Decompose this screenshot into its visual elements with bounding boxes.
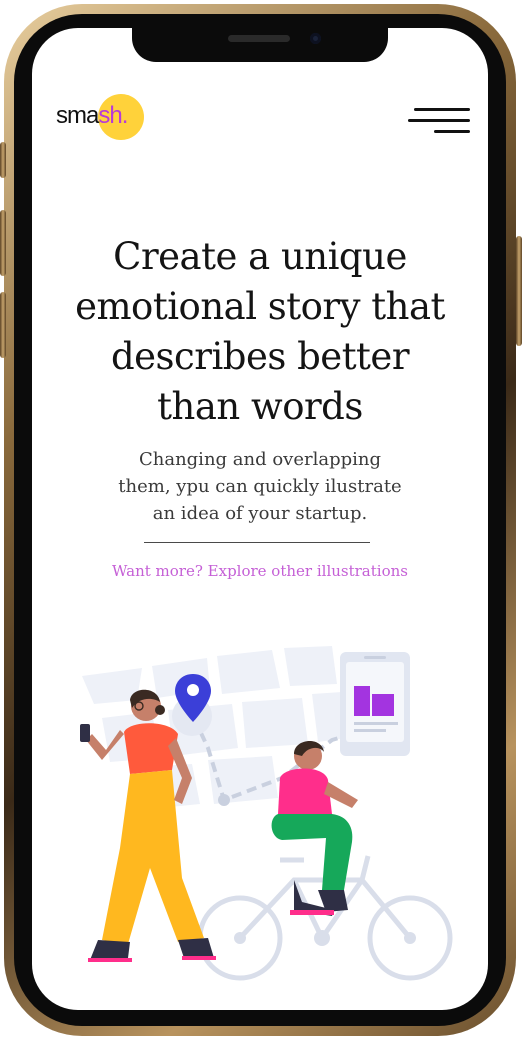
logo-prefix: sma [56, 102, 99, 129]
subtext-line: an idea of your startup. [152, 503, 368, 524]
volume-down-button [0, 292, 6, 358]
hero-headline: Create a unique emotional story that des… [52, 232, 468, 432]
divider [144, 542, 370, 543]
headline-line: emotional story that [75, 285, 445, 328]
phone-screen: smash. Create a unique emotional story t… [32, 28, 488, 1010]
hero-subtext: Changing and overlapping them, ypu can q… [86, 446, 434, 527]
volume-up-button [0, 210, 6, 276]
headline-line: Create a unique [113, 235, 407, 278]
hamburger-menu-icon[interactable] [408, 108, 470, 134]
silent-switch [0, 142, 6, 178]
subtext-line: them, ypu can quickly ilustrate [118, 476, 402, 497]
headline-line: than words [157, 385, 363, 428]
subtext-line: Changing and overlapping [138, 449, 382, 470]
mobile-card-icon [340, 652, 410, 756]
explore-illustrations-link[interactable]: Want more? Explore other illustrations [72, 562, 448, 580]
logo-accent: sh. [98, 102, 128, 129]
notch [132, 28, 388, 62]
power-button [516, 236, 522, 346]
speaker-grill [228, 35, 290, 42]
headline-line: describes better [110, 335, 410, 378]
hero-illustration [80, 646, 453, 981]
front-camera [310, 33, 321, 44]
logo-text: smash. [56, 102, 128, 130]
location-pin-icon [172, 674, 212, 736]
